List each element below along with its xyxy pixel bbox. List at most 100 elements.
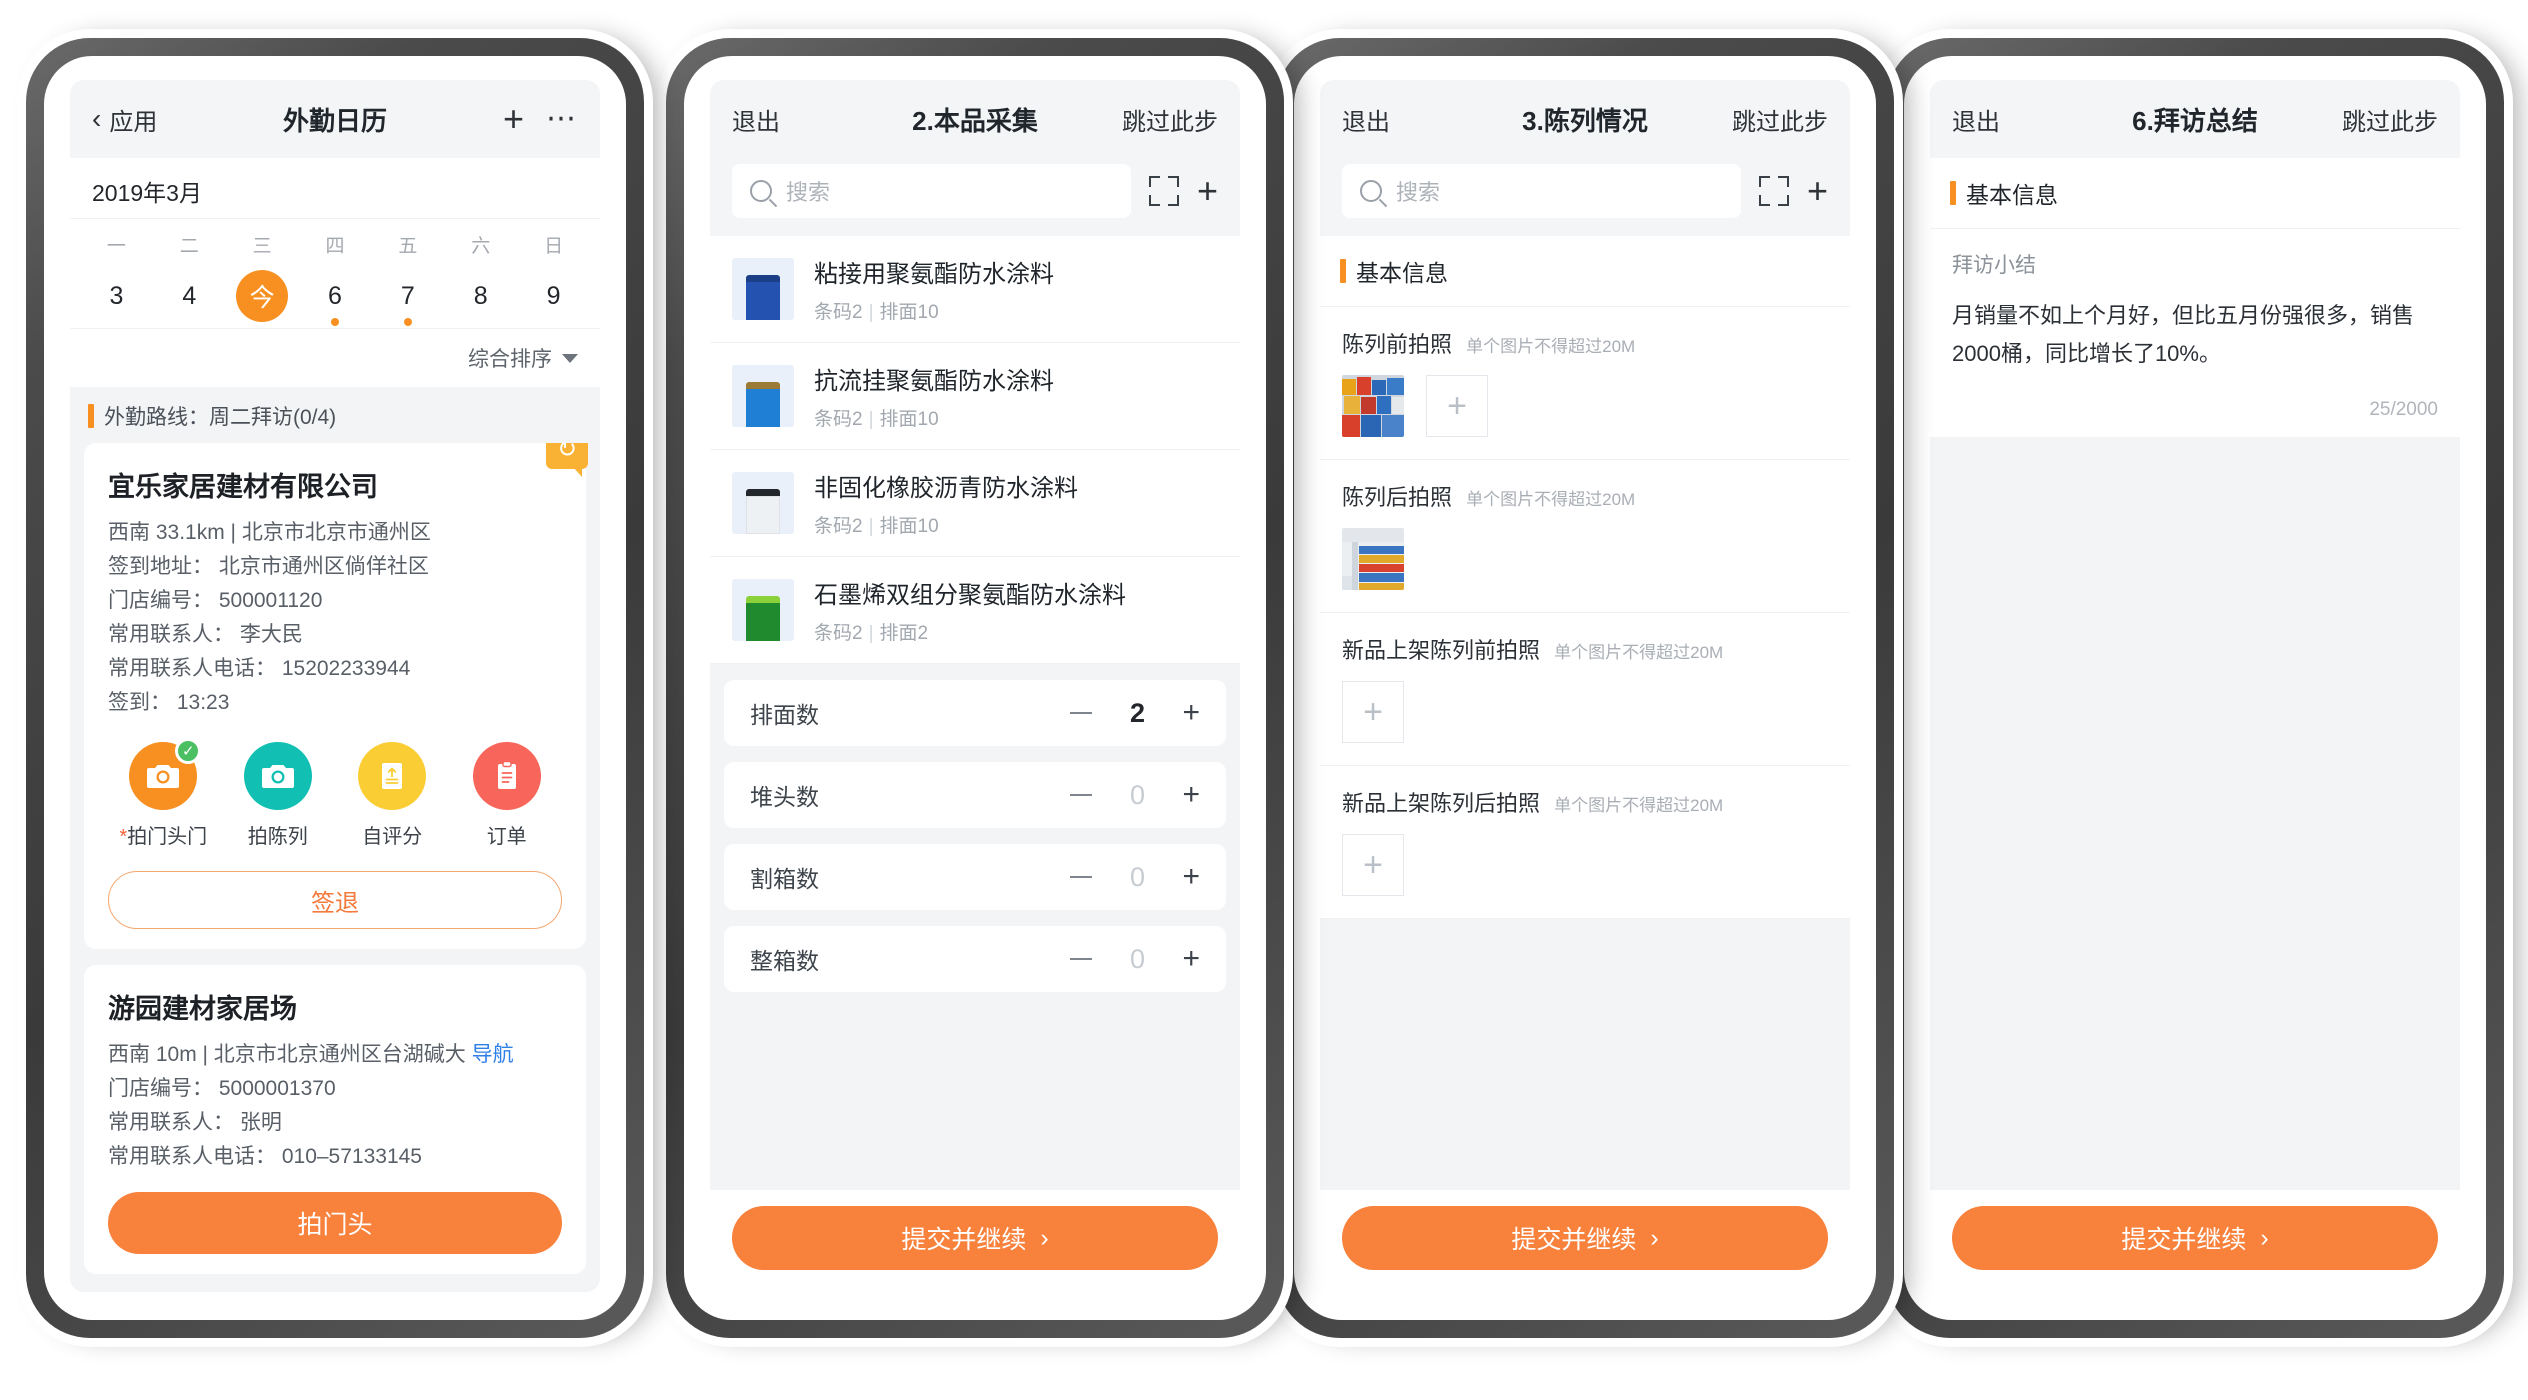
plus-icon[interactable]: +: [1197, 173, 1218, 209]
photo-thumbnail[interactable]: [1342, 528, 1404, 590]
submit-continue-button[interactable]: 提交并继续 ›: [1952, 1206, 2438, 1270]
photo-group-label: 新品上架陈列前拍照 单个图片不得超过20M: [1342, 633, 1828, 665]
store-code: 门店编号： 5000001370: [108, 1077, 336, 1101]
add-photo-button[interactable]: +: [1342, 681, 1404, 743]
minus-icon[interactable]: [1070, 875, 1093, 879]
plus-icon[interactable]: +: [1182, 698, 1200, 728]
submit-label: 提交并继续: [1511, 1226, 1637, 1254]
sort-label: 综合排序: [468, 348, 552, 371]
spacer: [710, 1008, 1240, 1190]
product-collection-body: 粘接用聚氨酯防水涂料 条码2 | 排面10 抗流挂聚氨酯防水涂料 条码2 | 排面10: [710, 236, 1240, 1190]
calendar-day-cell[interactable]: 8: [444, 268, 517, 324]
submit-continue-button[interactable]: 提交并继续 ›: [732, 1206, 1218, 1270]
search-icon: [750, 180, 772, 202]
counter-value[interactable]: 0: [1120, 944, 1154, 975]
photo-label-text: 陈列后拍照: [1342, 485, 1453, 510]
add-photo-button[interactable]: +: [1426, 375, 1488, 437]
exit-button[interactable]: 退出: [1342, 102, 1390, 137]
weekday-tue: 二: [179, 236, 199, 257]
navbar-2: 退出 2.本品采集 跳过此步: [710, 80, 1240, 158]
product-row[interactable]: 抗流挂聚氨酯防水涂料 条码2 | 排面10: [710, 343, 1240, 450]
photo-label-text: 陈列前拍照: [1342, 332, 1453, 357]
plus-icon[interactable]: +: [1182, 862, 1200, 892]
plus-icon[interactable]: +: [1182, 944, 1200, 974]
store-checkin-time: 签到： 13:23: [108, 691, 230, 715]
search-bar: 搜索 +: [1320, 158, 1850, 236]
store-distance: 西南 10m | 北京市北京通州区台湖碱大 导航: [108, 1038, 562, 1072]
minus-icon[interactable]: [1070, 711, 1093, 715]
scan-icon[interactable]: [1148, 176, 1179, 206]
more-icon[interactable]: ⋯: [546, 104, 578, 134]
product-list: 粘接用聚氨酯防水涂料 条码2 | 排面10 抗流挂聚氨酯防水涂料 条码2 | 排面10: [710, 236, 1240, 664]
counter-value[interactable]: 0: [1120, 862, 1154, 893]
refresh-icon[interactable]: ↻: [546, 443, 588, 477]
navigate-link[interactable]: 导航: [472, 1043, 514, 1066]
product-thumbnail: [732, 579, 794, 641]
action-order[interactable]: 订单: [455, 742, 558, 849]
store-contact: 常用联系人： 李大民: [108, 623, 303, 647]
calendar-day-today[interactable]: 今: [226, 268, 299, 324]
store-contact-phone: 常用联系人电话： 010–57133145: [108, 1145, 422, 1169]
calendar-day-cell[interactable]: 3: [80, 268, 153, 324]
add-photo-button[interactable]: +: [1342, 834, 1404, 896]
app-screen-calendar: ‹ 应用 外勤日历 + ⋯ 2019年3月 一 二 三 四 五 六 日 3 4 …: [70, 80, 600, 1292]
calendar-day-cell[interactable]: 7: [371, 268, 444, 326]
weekday-thu: 四: [325, 236, 345, 257]
screenshot-stage: ‹ 应用 外勤日历 + ⋯ 2019年3月 一 二 三 四 五 六 日 3 4 …: [0, 0, 2528, 1400]
photo-storefront-button[interactable]: 拍门头: [108, 1192, 562, 1255]
calendar-day-cell[interactable]: 9: [517, 268, 590, 324]
calendar-day-cell[interactable]: 6: [299, 268, 372, 326]
sort-dropdown[interactable]: 综合排序: [70, 328, 600, 387]
action-photo-storefront[interactable]: ✓ *拍门头门: [112, 738, 215, 849]
calendar-weekday-row: 一 二 三 四 五 六 日: [80, 225, 590, 268]
store-card[interactable]: ↻ 宜乐家居建材有限公司 西南 33.1km | 北京市北京市通州区 签到地址：…: [84, 443, 588, 950]
action-photo-display[interactable]: 拍陈列: [226, 742, 329, 849]
app-screen-product-collection: 退出 2.本品采集 跳过此步 搜索 + 粘接用聚氨酯防水涂料 条码2 | 排面1…: [710, 80, 1240, 1292]
photo-size-hint: 单个图片不得超过20M: [1466, 490, 1636, 509]
photo-row: +: [1342, 681, 1828, 743]
counter-value[interactable]: 2: [1120, 698, 1154, 729]
product-row[interactable]: 石墨烯双组分聚氨酯防水涂料 条码2 | 排面2: [710, 557, 1240, 664]
checkout-button[interactable]: 签退: [108, 871, 562, 930]
calendar-day-cell[interactable]: 4: [153, 268, 226, 324]
submit-continue-button[interactable]: 提交并继续 ›: [1342, 1206, 1828, 1270]
store-list[interactable]: ↻ 宜乐家居建材有限公司 西南 33.1km | 北京市北京市通州区 签到地址：…: [70, 443, 600, 1292]
store-card[interactable]: 游园建材家居场 西南 10m | 北京市北京通州区台湖碱大 导航 门店编号： 5…: [84, 965, 586, 1275]
plus-icon[interactable]: +: [1807, 173, 1828, 209]
product-row[interactable]: 粘接用聚氨酯防水涂料 条码2 | 排面10: [710, 236, 1240, 343]
store-contact-phone: 常用联系人电话： 15202233944: [108, 657, 411, 681]
day-number: 9: [546, 281, 561, 310]
day-number: 3: [109, 281, 124, 310]
skip-button[interactable]: 跳过此步: [1122, 102, 1218, 137]
plus-icon[interactable]: +: [503, 101, 524, 137]
search-input[interactable]: 搜索: [732, 164, 1131, 218]
search-placeholder: 搜索: [1396, 180, 1441, 205]
display-status-body: 基本信息 陈列前拍照 单个图片不得超过20M + 陈列后拍照 单个图片不得超过2…: [1320, 236, 1850, 1190]
store-checkin-address: 签到地址： 北京市通州区倘佯社区: [108, 555, 429, 579]
exit-button[interactable]: 退出: [732, 102, 780, 137]
chevron-right-icon: ›: [1040, 1223, 1049, 1252]
event-dot-icon: [331, 318, 339, 326]
plus-icon[interactable]: +: [1182, 780, 1200, 810]
summary-textarea[interactable]: 月销量不如上个月好，但比五月份强很多，销售2000桶，同比增长了10%。: [1952, 297, 2438, 373]
app-screen-visit-summary: 退出 6.拜访总结 跳过此步 基本信息 拜访小结 月销量不如上个月好，但比五月份…: [1930, 80, 2460, 1292]
minus-icon[interactable]: [1070, 957, 1093, 961]
weekday-wed: 三: [252, 236, 272, 257]
back-button[interactable]: ‹ 应用: [92, 102, 157, 137]
skip-button[interactable]: 跳过此步: [2342, 102, 2438, 137]
spacer: [1320, 919, 1850, 1190]
day-number: 8: [473, 281, 488, 310]
counter-value[interactable]: 0: [1120, 780, 1154, 811]
spacer: [1930, 436, 2460, 1190]
exit-button[interactable]: 退出: [1952, 102, 2000, 137]
minus-icon[interactable]: [1070, 793, 1093, 797]
product-thumbnail: [732, 258, 794, 320]
photo-thumbnail[interactable]: [1342, 375, 1404, 437]
product-row[interactable]: 非固化橡胶沥青防水涂料 条码2 | 排面10: [710, 450, 1240, 557]
skip-button[interactable]: 跳过此步: [1732, 102, 1828, 137]
search-input[interactable]: 搜索: [1342, 164, 1741, 218]
navbar-actions: + ⋯: [503, 101, 578, 137]
action-self-score[interactable]: 自评分: [341, 742, 444, 849]
search-icon: [1360, 180, 1382, 202]
scan-icon[interactable]: [1758, 176, 1789, 206]
